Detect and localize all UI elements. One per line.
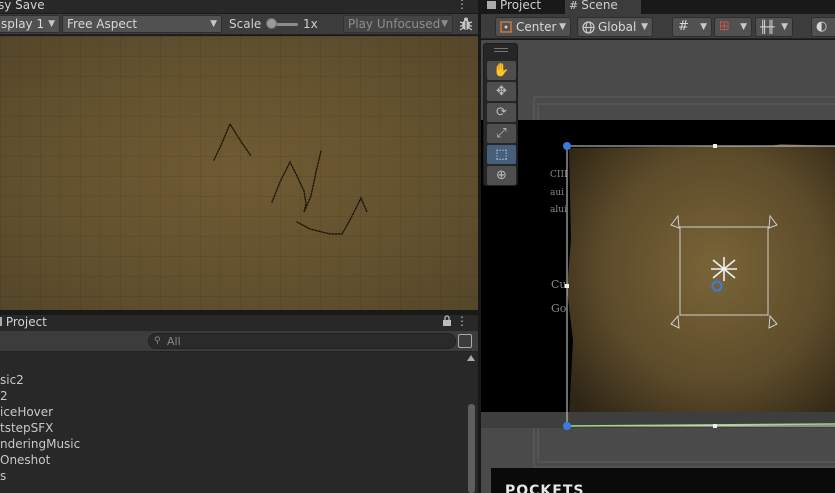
grid-snap-icon: # xyxy=(678,19,689,34)
lock-icon[interactable] xyxy=(442,315,452,326)
kebab-menu-icon[interactable]: ⋮ xyxy=(456,314,468,328)
svg-text:CIII: CIII xyxy=(550,170,568,180)
folder-icon xyxy=(0,317,2,326)
pivot-rotation-dropdown[interactable]: Global ▼ xyxy=(577,17,653,37)
search-by-type-icon[interactable] xyxy=(458,334,472,348)
scene-tool-strip: ✋ ✥ ⟳ ⤢ ⬚ ⊕ xyxy=(483,43,518,186)
scale-value: 1x xyxy=(303,17,318,31)
project-asset-list: sic2 2 iceHover tstepSFX nderingMusic On… xyxy=(0,352,465,493)
game-toolbar: splay 1 ▼ Free Aspect ▼ Scale 1x Play Un… xyxy=(0,14,478,35)
chevron-down-icon: ▼ xyxy=(210,19,217,29)
rect-handle-top-mid xyxy=(713,144,717,148)
snap-increment-icon: ⊞ xyxy=(719,19,730,34)
bug-icon[interactable] xyxy=(458,16,474,32)
shading-mode-icon: ◐ xyxy=(816,19,828,34)
rect-tool-button[interactable]: ⬚ xyxy=(487,145,516,164)
list-item[interactable]: 2 xyxy=(0,388,8,404)
game-tab-bar: sy Save ⋮ xyxy=(0,0,478,14)
scene-bottom-title: POCKETS xyxy=(505,483,585,493)
project-search-input[interactable] xyxy=(167,334,447,348)
project-tab-title[interactable]: Project xyxy=(0,315,47,329)
project-scrollbar[interactable] xyxy=(465,352,478,493)
folder-icon xyxy=(487,1,496,9)
hand-icon: ✋ xyxy=(493,63,510,78)
rotate-icon: ⟳ xyxy=(496,105,507,120)
play-mode-dropdown[interactable]: Play Unfocused ▼ xyxy=(343,15,453,33)
pivot-mode-label: Center xyxy=(516,20,557,34)
ruler-icon: ╫╫ xyxy=(760,20,775,34)
project-tab-label: Project xyxy=(5,315,47,329)
parchment-panel xyxy=(567,144,835,422)
project-search-field[interactable]: ⚲ xyxy=(148,333,456,349)
move-tool-button[interactable]: ✥ xyxy=(487,82,516,101)
pivot-rotation-label: Global xyxy=(598,20,637,34)
scroll-up-arrow-icon[interactable] xyxy=(467,355,475,361)
svg-text:Go: Go xyxy=(551,302,567,315)
transform-icon: ⊕ xyxy=(496,168,507,183)
scene-viewport[interactable]: CIII aui alui Cu Go POCKETS xyxy=(481,40,835,493)
list-item[interactable]: iceHover xyxy=(0,404,53,420)
scrollbar-thumb[interactable] xyxy=(468,404,475,493)
pivot-mode-dropdown[interactable]: Center ▼ xyxy=(495,17,571,37)
display-dropdown[interactable]: splay 1 ▼ xyxy=(0,15,60,33)
list-item[interactable]: tstepSFX xyxy=(0,420,53,436)
rect-handle-bottom-left xyxy=(563,422,571,430)
search-icon: ⚲ xyxy=(154,336,161,346)
scale-icon: ⤢ xyxy=(496,126,507,141)
rotate-tool-button[interactable]: ⟳ xyxy=(487,103,516,122)
pivot-center-icon xyxy=(500,21,512,33)
scene-tab-bar: Project # Scene xyxy=(481,0,835,14)
ruler-dropdown[interactable]: ╫╫ ▼ xyxy=(755,17,793,37)
snap-increment-dropdown[interactable]: ⊞ ▼ xyxy=(714,17,752,37)
list-item[interactable]: nderingMusic xyxy=(0,436,80,452)
scene-toolbar: Center ▼ Global ▼ # ▼ ⊞ ▼ ╫╫ ▼ ◐ xyxy=(481,14,835,39)
pivot-star-icon xyxy=(711,257,737,281)
svg-text:aui: aui xyxy=(550,188,564,198)
svg-text:alui: alui xyxy=(550,205,567,215)
chevron-down-icon: ▼ xyxy=(559,22,566,32)
list-item[interactable]: s xyxy=(0,468,6,484)
scale-tool-button[interactable]: ⤢ xyxy=(487,124,516,143)
drag-handle[interactable] xyxy=(494,48,508,52)
scene-content: CIII aui alui Cu Go xyxy=(481,96,835,493)
grid-icon: # xyxy=(569,0,579,12)
grid-snapping-dropdown[interactable]: # ▼ xyxy=(672,17,712,37)
draw-mode-dropdown[interactable]: ◐ xyxy=(811,17,835,37)
chevron-down-icon: ▼ xyxy=(700,22,707,32)
rect-handle-top-left xyxy=(563,142,571,150)
tab-project[interactable]: Project xyxy=(483,0,563,14)
scale-slider-handle[interactable] xyxy=(266,18,277,29)
rect-transform-icon: ⬚ xyxy=(495,147,508,162)
hand-tool-button[interactable]: ✋ xyxy=(487,61,516,80)
tab-scene[interactable]: # Scene xyxy=(565,0,641,14)
chevron-down-icon: ▼ xyxy=(641,22,648,32)
list-item[interactable]: sic2 xyxy=(0,372,24,388)
transform-tool-button[interactable]: ⊕ xyxy=(487,166,516,185)
rect-handle-bottom-mid xyxy=(713,424,717,428)
handwriting-scribble xyxy=(213,122,368,235)
project-search-bar: ⚲ xyxy=(0,331,478,352)
list-item[interactable]: Oneshot xyxy=(0,452,50,468)
game-tab-title[interactable]: sy Save xyxy=(0,0,45,12)
globe-icon xyxy=(582,21,595,34)
display-label: splay 1 xyxy=(1,17,45,31)
aspect-label: Free Aspect xyxy=(67,17,138,31)
game-view-canvas[interactable] xyxy=(0,36,478,310)
svg-text:Cu: Cu xyxy=(551,278,567,291)
play-mode-label: Play Unfocused xyxy=(348,17,441,31)
project-panel-header: Project ⋮ xyxy=(0,314,478,331)
chevron-down-icon: ▼ xyxy=(781,22,788,32)
rect-handle-left-mid xyxy=(565,284,569,288)
chevron-down-icon: ▼ xyxy=(48,19,55,29)
scale-label: Scale xyxy=(229,17,262,31)
chevron-down-icon: ▼ xyxy=(441,19,448,29)
move-icon: ✥ xyxy=(496,84,507,99)
kebab-menu-icon[interactable]: ⋮ xyxy=(456,0,468,11)
aspect-dropdown[interactable]: Free Aspect ▼ xyxy=(62,15,222,33)
tab-scene-label: Scene xyxy=(581,0,618,12)
tab-project-label: Project xyxy=(500,0,542,12)
chevron-down-icon: ▼ xyxy=(740,22,747,32)
